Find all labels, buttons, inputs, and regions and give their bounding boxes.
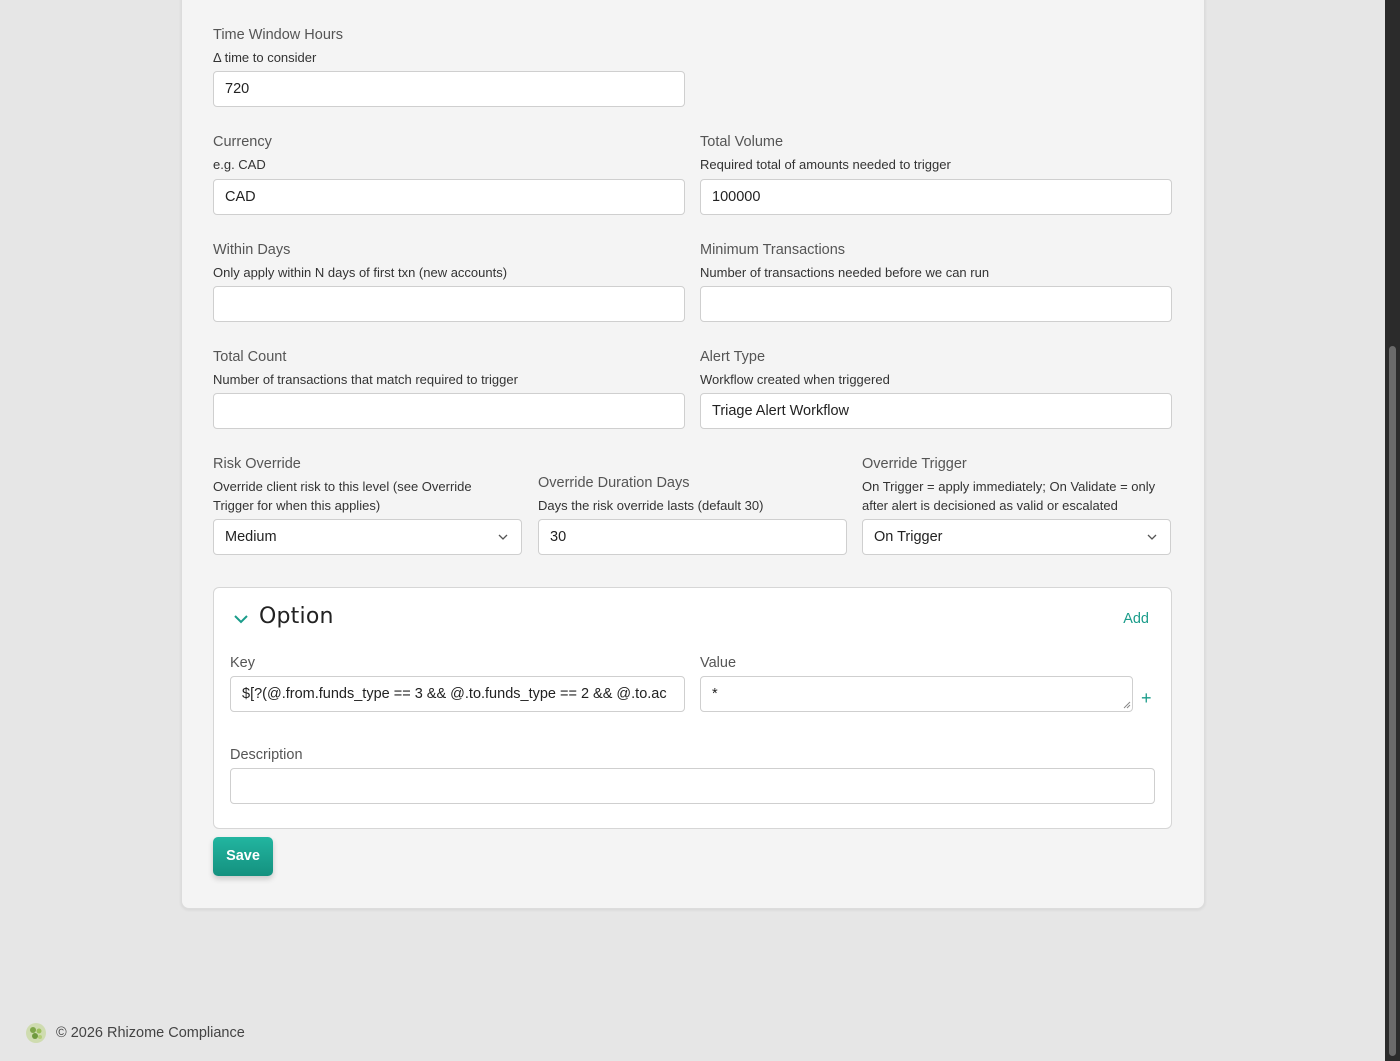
resize-handle-icon[interactable] <box>1121 699 1131 709</box>
override-duration-input[interactable]: 30 <box>538 519 847 555</box>
time-window-field: Time Window Hours Δ time to consider <box>213 26 343 67</box>
save-button[interactable]: Save <box>213 837 273 876</box>
min-transactions-field: Minimum Transactions Number of transacti… <box>700 241 989 282</box>
currency-label: Currency <box>213 134 272 150</box>
total-count-field: Total Count Number of transactions that … <box>213 348 518 389</box>
risk-override-field: Risk Override Override client risk to th… <box>213 455 513 515</box>
rhizome-logo-icon <box>26 1023 46 1043</box>
option-title: Option <box>259 604 334 629</box>
vertical-scrollbar[interactable] <box>1385 0 1400 1061</box>
alert-type-label: Alert Type <box>700 349 766 365</box>
key-input[interactable]: $[?(@.from.funds_type == 3 && @.to.funds… <box>230 676 685 712</box>
total-count-input[interactable] <box>213 393 685 429</box>
override-trigger-value: On Trigger <box>874 529 943 545</box>
key-label: Key <box>230 655 255 671</box>
within-days-help: Only apply within N days of first txn (n… <box>213 265 508 280</box>
description-input[interactable] <box>230 768 1155 804</box>
within-days-input[interactable] <box>213 286 685 322</box>
risk-override-label: Risk Override <box>213 456 301 472</box>
total-count-label: Total Count <box>213 349 287 365</box>
override-trigger-label: Override Trigger <box>862 456 967 472</box>
total-volume-field: Total Volume Required total of amounts n… <box>700 133 951 174</box>
currency-field: Currency e.g. CAD <box>213 133 272 174</box>
risk-override-help: Override client risk to this level (see … <box>213 479 472 513</box>
currency-help: e.g. CAD <box>213 157 266 172</box>
min-transactions-label: Minimum Transactions <box>700 242 846 258</box>
option-panel: Option Add Key $[?(@.from.funds_type == … <box>213 587 1172 829</box>
min-transactions-help: Number of transactions needed before we … <box>700 265 990 280</box>
override-duration-label: Override Duration Days <box>538 475 690 491</box>
time-window-label: Time Window Hours <box>213 27 343 43</box>
total-volume-help: Required total of amounts needed to trig… <box>700 157 951 172</box>
chevron-down-icon <box>498 534 508 540</box>
within-days-label: Within Days <box>213 242 291 258</box>
time-window-help: Δ time to consider <box>213 50 317 65</box>
override-trigger-select[interactable]: On Trigger <box>862 519 1171 555</box>
scrollbar-thumb[interactable] <box>1389 346 1396 1056</box>
add-value-button[interactable]: + <box>1141 688 1152 709</box>
within-days-field: Within Days Only apply within N days of … <box>213 241 507 282</box>
currency-input[interactable]: CAD <box>213 179 685 215</box>
alert-type-help: Workflow created when triggered <box>700 372 890 387</box>
add-option-button[interactable]: Add <box>1123 611 1149 627</box>
override-trigger-field: Override Trigger On Trigger = apply imme… <box>862 455 1177 515</box>
value-textarea[interactable]: * <box>700 676 1133 712</box>
total-volume-label: Total Volume <box>700 134 784 150</box>
copyright-text: © 2026 Rhizome Compliance <box>56 1025 245 1041</box>
risk-override-value: Medium <box>225 529 277 545</box>
alert-type-field: Alert Type Workflow created when trigger… <box>700 348 890 389</box>
total-volume-input[interactable]: 100000 <box>700 179 1172 215</box>
override-duration-field: Override Duration Days Days the risk ove… <box>538 474 763 515</box>
time-window-input[interactable]: 720 <box>213 71 685 107</box>
override-trigger-help: On Trigger = apply immediately; On Valid… <box>862 479 1156 513</box>
chevron-down-icon <box>1147 534 1157 540</box>
min-transactions-input[interactable] <box>700 286 1172 322</box>
override-duration-help: Days the risk override lasts (default 30… <box>538 498 764 513</box>
value-label: Value <box>700 655 737 671</box>
risk-override-select[interactable]: Medium <box>213 519 522 555</box>
footer: © 2026 Rhizome Compliance <box>25 1021 245 1045</box>
total-count-help: Number of transactions that match requir… <box>213 372 518 387</box>
description-label: Description <box>230 747 303 763</box>
alert-type-input[interactable]: Triage Alert Workflow <box>700 393 1172 429</box>
chevron-down-icon[interactable] <box>233 613 249 625</box>
